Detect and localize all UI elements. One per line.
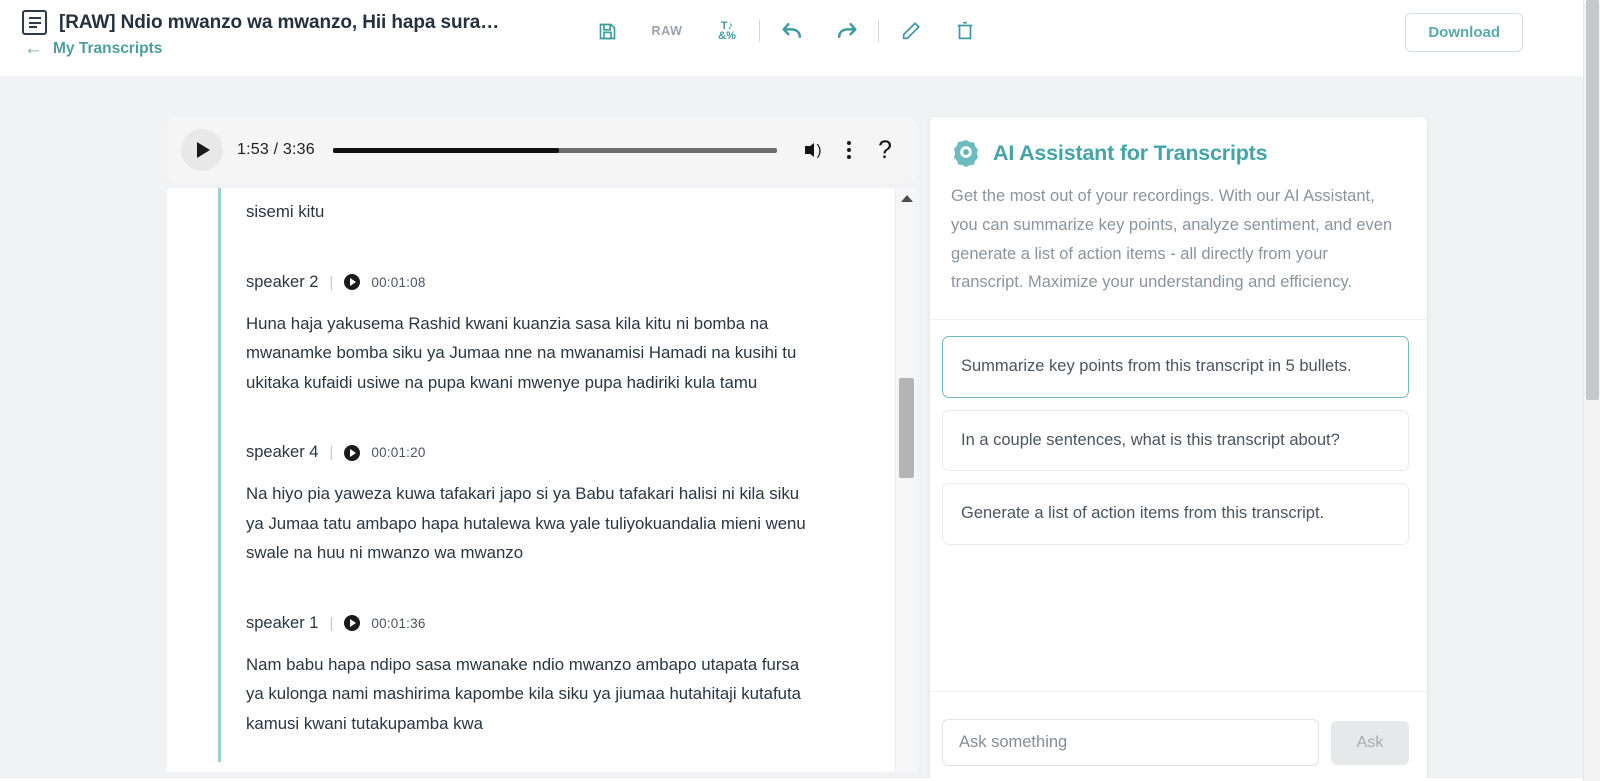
meta-separator: | bbox=[329, 444, 334, 461]
segment-meta: speaker 1 | 00:01:36 bbox=[246, 592, 853, 633]
back-link-label: My Transcripts bbox=[53, 39, 163, 57]
transcript-panel: sisemi kitu speaker 2 | 00:01:08 Huna ha… bbox=[167, 188, 917, 772]
speaker-label[interactable]: speaker 4 bbox=[246, 443, 318, 462]
ai-assistant-panel: AI Assistant for Transcripts Get the mos… bbox=[930, 117, 1427, 780]
player-more-options-button[interactable] bbox=[831, 130, 867, 170]
pencil-icon bbox=[902, 22, 920, 40]
segment-play-button[interactable] bbox=[344, 615, 361, 631]
trash-icon bbox=[957, 21, 973, 40]
toolbar-divider-2 bbox=[878, 20, 879, 42]
document-title-row: [RAW] Ndio mwanzo wa mwanzo, Hii hapa su… bbox=[22, 10, 499, 35]
audio-player: 1:53 / 3:36 ) ? bbox=[167, 117, 917, 183]
segment-play-button[interactable] bbox=[344, 444, 361, 461]
ai-suggestion-list: Summarize key points from this transcrip… bbox=[930, 320, 1427, 545]
seek-progress bbox=[332, 147, 560, 153]
play-icon bbox=[350, 278, 357, 286]
play-pause-button[interactable] bbox=[181, 129, 223, 171]
save-button[interactable] bbox=[580, 9, 634, 53]
page-title: [RAW] Ndio mwanzo wa mwanzo, Hii hapa su… bbox=[59, 11, 500, 33]
play-icon bbox=[197, 142, 210, 158]
page-scrollbar-thumb[interactable] bbox=[1586, 0, 1599, 400]
app-header: [RAW] Ndio mwanzo wa mwanzo, Hii hapa su… bbox=[0, 0, 1583, 76]
edit-button[interactable] bbox=[884, 9, 938, 53]
ai-footer-divider bbox=[930, 691, 1427, 692]
segment-text[interactable]: Na hiyo pia yaweza kuwa tafakari japo si… bbox=[246, 462, 821, 568]
back-to-my-transcripts-link[interactable]: ← My Transcripts bbox=[24, 39, 499, 58]
redo-icon bbox=[837, 22, 857, 38]
save-icon bbox=[599, 23, 615, 39]
delete-button[interactable] bbox=[938, 9, 992, 53]
transcript-scrollbar[interactable] bbox=[895, 188, 917, 772]
transcript-scrollbar-thumb[interactable] bbox=[899, 378, 914, 478]
speaker-label[interactable]: speaker 1 bbox=[246, 614, 318, 633]
segment-spacer bbox=[218, 227, 853, 251]
ai-assistant-logo-icon bbox=[954, 139, 978, 168]
segment-text[interactable]: Nam babu hapa ndipo sasa mwanake ndio mw… bbox=[246, 633, 821, 739]
special-characters-icon: T♪ &% bbox=[718, 20, 736, 42]
segment-spacer bbox=[218, 397, 853, 421]
ai-assistant-title: AI Assistant for Transcripts bbox=[993, 140, 1268, 165]
play-icon bbox=[350, 448, 357, 457]
scroll-up-arrow-icon[interactable] bbox=[900, 195, 913, 202]
question-mark-icon: ? bbox=[878, 135, 892, 164]
segment-text[interactable]: sisemi kitu bbox=[246, 188, 821, 227]
transcript-segment[interactable]: speaker 2 | 00:01:08 Huna haja yakusema … bbox=[167, 250, 879, 422]
toolbar-divider bbox=[759, 20, 760, 42]
player-time-display: 1:53 / 3:36 bbox=[237, 141, 315, 158]
meta-separator: | bbox=[329, 273, 334, 291]
arrow-left-icon: ← bbox=[24, 38, 43, 59]
more-vertical-icon bbox=[847, 141, 851, 159]
segment-spacer bbox=[218, 738, 853, 762]
ai-assistant-header: AI Assistant for Transcripts bbox=[930, 117, 1427, 168]
ai-suggestion-card[interactable]: In a couple sentences, what is this tran… bbox=[942, 409, 1409, 472]
segment-meta: speaker 4 | 00:01:20 bbox=[246, 421, 853, 462]
transcript-segment[interactable]: speaker 4 | 00:01:20 Na hiyo pia yaweza … bbox=[167, 421, 879, 592]
ask-button[interactable]: Ask bbox=[1331, 720, 1409, 765]
header-left-group: [RAW] Ndio mwanzo wa mwanzo, Hii hapa su… bbox=[22, 10, 499, 58]
segment-timestamp[interactable]: 00:01:36 bbox=[371, 616, 425, 631]
document-icon bbox=[22, 10, 47, 35]
player-help-button[interactable]: ? bbox=[867, 130, 903, 170]
editor-toolbar: RAW T♪ &% bbox=[580, 8, 992, 54]
segment-timestamp[interactable]: 00:01:20 bbox=[371, 445, 425, 460]
play-icon bbox=[350, 619, 357, 627]
transcript-scroll-area[interactable]: sisemi kitu speaker 2 | 00:01:08 Huna ha… bbox=[167, 188, 879, 772]
download-button[interactable]: Download bbox=[1405, 13, 1523, 52]
segment-play-button[interactable] bbox=[344, 274, 361, 290]
page-scrollbar[interactable] bbox=[1583, 0, 1600, 781]
segment-spacer bbox=[218, 568, 853, 592]
seek-slider[interactable] bbox=[332, 147, 777, 153]
segment-text[interactable]: Huna haja yakusema Rashid kwani kuanzia … bbox=[246, 292, 821, 398]
ai-suggestion-card[interactable]: Summarize key points from this transcrip… bbox=[942, 336, 1409, 398]
redo-button[interactable] bbox=[819, 9, 873, 53]
ai-assistant-description: Get the most out of your recordings. Wit… bbox=[951, 187, 1393, 292]
segment-timestamp[interactable]: 00:01:08 bbox=[371, 275, 425, 290]
transcript-segment[interactable]: sisemi kitu bbox=[167, 188, 879, 251]
volume-button[interactable]: ) bbox=[795, 130, 831, 170]
undo-icon bbox=[781, 22, 801, 38]
undo-button[interactable] bbox=[765, 9, 819, 53]
ai-ask-row: Ask bbox=[942, 719, 1409, 766]
speaker-label[interactable]: speaker 2 bbox=[246, 273, 318, 292]
meta-separator: | bbox=[329, 614, 334, 632]
volume-icon: ) bbox=[804, 143, 822, 158]
raw-toggle-button[interactable]: RAW bbox=[634, 24, 700, 38]
segment-meta: speaker 2 | 00:01:08 bbox=[246, 251, 853, 292]
ask-input[interactable] bbox=[942, 719, 1319, 766]
transcript-segment[interactable]: speaker 1 | 00:01:36 Nam babu hapa ndipo… bbox=[167, 591, 879, 763]
special-characters-button[interactable]: T♪ &% bbox=[700, 9, 754, 53]
ai-suggestion-card[interactable]: Generate a list of action items from thi… bbox=[942, 483, 1409, 545]
